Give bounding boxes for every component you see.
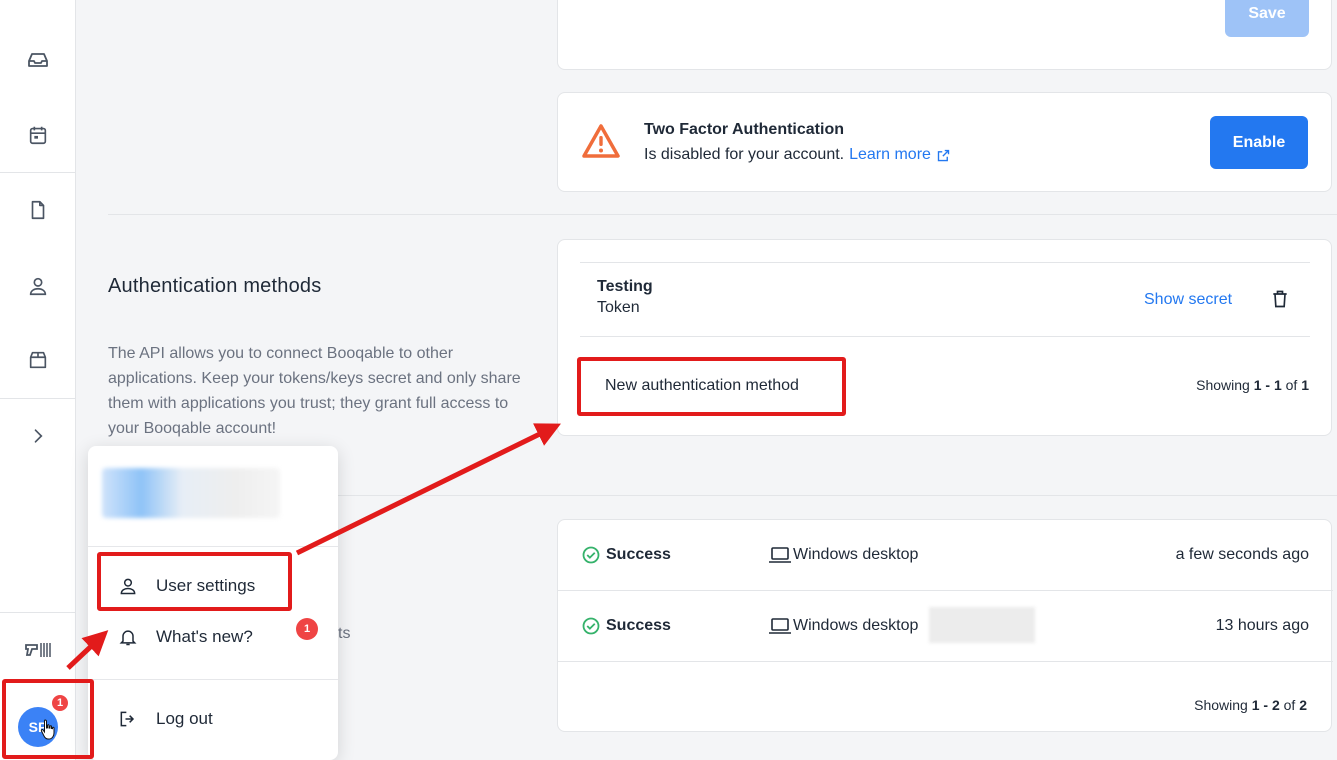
two-factor-status-text: Is disabled for your account. — [644, 146, 845, 163]
pagination-range: 1 - 2 — [1251, 697, 1280, 713]
section-divider — [338, 495, 1337, 496]
save-button[interactable]: Save — [1225, 0, 1309, 37]
laptop-icon — [769, 618, 791, 634]
chevron-right-icon[interactable] — [22, 420, 54, 452]
annotation-highlight — [97, 552, 292, 611]
menu-divider — [88, 546, 338, 547]
user-icon[interactable] — [22, 270, 54, 302]
session-status: Success — [606, 617, 671, 634]
token-name: Testing — [597, 278, 653, 295]
whats-new-menu-item[interactable]: What's new? — [118, 627, 253, 647]
box-icon[interactable] — [22, 344, 54, 376]
token-row: Testing Token Show secret — [580, 262, 1310, 337]
sidebar-divider — [0, 172, 76, 173]
pagination-prefix: Showing — [1194, 697, 1252, 713]
session-device: Windows desktop — [793, 546, 919, 563]
learn-more-link[interactable]: Learn more — [849, 146, 931, 164]
two-factor-card: Two Factor Authentication Is disabled fo… — [557, 92, 1332, 192]
settings-card: Save — [557, 0, 1332, 70]
inbox-icon[interactable] — [22, 44, 54, 76]
redacted-location — [929, 607, 1035, 643]
pagination-range: 1 - 1 — [1253, 377, 1282, 393]
whats-new-badge: 1 — [296, 618, 318, 640]
annotation-highlight — [577, 357, 846, 416]
menu-item-label: Log out — [156, 709, 213, 728]
sessions-description-fragment: ts — [338, 625, 351, 642]
laptop-icon — [769, 547, 791, 563]
pagination-total: 1 — [1301, 377, 1309, 393]
success-check-icon — [582, 617, 600, 635]
two-factor-title: Two Factor Authentication — [644, 121, 844, 138]
pagination-of: of — [1281, 377, 1302, 393]
pagination-of: of — [1279, 697, 1300, 713]
annotation-highlight — [2, 679, 94, 759]
bell-icon — [119, 630, 137, 646]
redacted-user-name — [102, 468, 280, 518]
sidebar: SP 1 — [0, 0, 76, 760]
logout-menu-item[interactable]: Log out — [118, 709, 213, 729]
external-link-icon[interactable] — [936, 148, 951, 163]
menu-item-label: What's new? — [156, 627, 253, 646]
session-row: Success Windows desktop 13 hours ago — [558, 592, 1333, 662]
warning-icon — [582, 124, 620, 158]
logout-icon — [120, 711, 135, 727]
session-status: Success — [606, 546, 671, 563]
show-secret-link[interactable]: Show secret — [1144, 291, 1232, 309]
sidebar-divider — [0, 612, 76, 613]
trash-icon[interactable] — [1270, 289, 1290, 309]
pagination-prefix: Showing — [1196, 377, 1254, 393]
token-type: Token — [597, 299, 640, 316]
barcode-scanner-icon[interactable] — [22, 634, 54, 666]
section-divider — [108, 214, 1337, 215]
auth-methods-description: The API allows you to connect Booqable t… — [108, 345, 521, 437]
session-row: Success Windows desktop a few seconds ag… — [558, 520, 1333, 591]
auth-methods-title: Authentication methods — [108, 275, 322, 297]
two-factor-status: Is disabled for your account. Learn more — [644, 146, 951, 164]
session-device: Windows desktop — [793, 617, 919, 634]
sidebar-divider — [0, 398, 76, 399]
session-time: a few seconds ago — [1175, 546, 1309, 563]
auth-pagination: Showing 1 - 1 of 1 — [1196, 377, 1309, 393]
sessions-pagination: Showing 1 - 2 of 2 — [1194, 697, 1307, 713]
menu-divider — [88, 679, 338, 680]
document-icon[interactable] — [22, 194, 54, 226]
calendar-icon[interactable] — [22, 119, 54, 151]
session-time: 13 hours ago — [1215, 617, 1309, 634]
enable-button[interactable]: Enable — [1210, 116, 1308, 169]
success-check-icon — [582, 546, 600, 564]
sessions-card: Success Windows desktop a few seconds ag… — [557, 519, 1333, 732]
pagination-total: 2 — [1299, 697, 1307, 713]
